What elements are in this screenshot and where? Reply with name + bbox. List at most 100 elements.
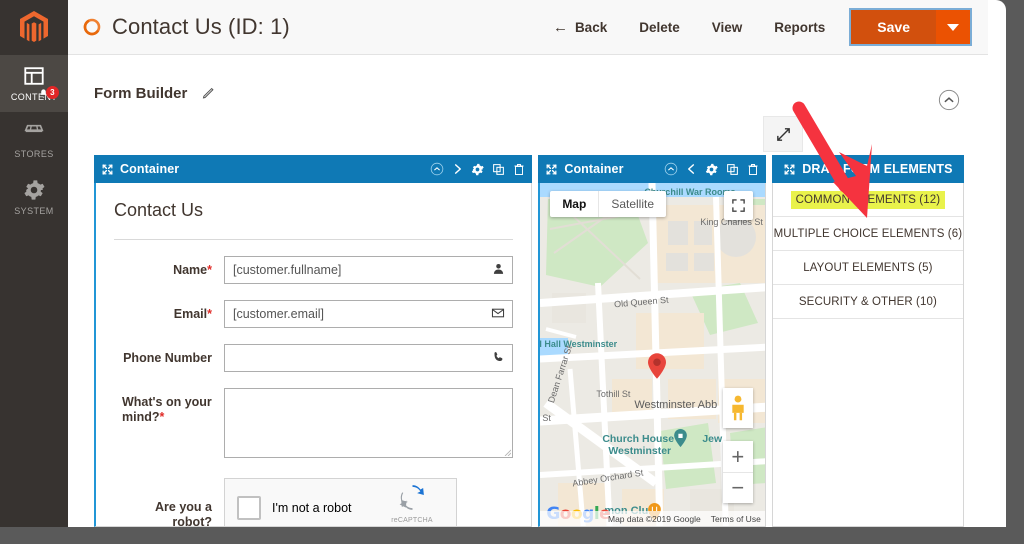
form-builder-canvas: Container Contact Us Name* [customer.ful… <box>94 155 964 527</box>
google-map[interactable]: Churchill War Rooms King Charles St Old … <box>540 183 765 526</box>
field-row-name: Name* [customer.fullname] <box>114 256 514 284</box>
required-marker: * <box>207 307 212 321</box>
gear-icon[interactable] <box>705 163 718 176</box>
recaptcha-branding: reCAPTCHA Privacy - Terms <box>376 484 448 527</box>
map-zoom-out-button[interactable]: − <box>722 472 753 503</box>
admin-sidebar: CONTENT 3 STORES SYSTEM <box>0 0 68 527</box>
field-control-email: [customer.email] <box>224 300 514 328</box>
map-type-map-button[interactable]: Map <box>550 191 598 217</box>
accordion-layout-elements[interactable]: LAYOUT ELEMENTS (5) <box>772 251 963 285</box>
map-attribution-bar: Map data ©2019 Google Terms of Use <box>540 511 765 526</box>
resize-grip-icon <box>504 449 512 456</box>
form-container-header[interactable]: Container <box>94 155 533 183</box>
person-icon <box>494 264 504 274</box>
browser-viewport: CONTENT 3 STORES SYSTEM Contact Us (ID: … <box>0 0 1006 527</box>
map-container-body: Churchill War Rooms King Charles St Old … <box>538 183 766 527</box>
map-fullscreen-icon <box>732 199 745 212</box>
view-button[interactable]: View <box>696 12 759 43</box>
frame-right-edge <box>1006 0 1024 527</box>
map-container-panel: Container Churchill War Rooms King Charl… <box>538 155 766 527</box>
map-label: al Hall Westminster <box>540 339 618 349</box>
delete-button[interactable]: Delete <box>623 12 696 43</box>
form-builder-heading-row: Form Builder <box>68 55 988 102</box>
required-marker: * <box>159 410 165 424</box>
form-heading: Contact Us <box>114 197 514 240</box>
recaptcha-widget[interactable]: I'm not a robot reCAPTCHA Priv <box>224 478 457 527</box>
accordion-label: COMMON ELEMENTS (12) <box>790 190 946 209</box>
pencil-icon[interactable] <box>201 86 216 101</box>
map-pin-icon[interactable] <box>648 353 667 379</box>
page-title-wrap: Contact Us (ID: 1) <box>68 14 537 40</box>
map-zoom-in-button[interactable]: + <box>723 441 753 472</box>
form-builder-label: Form Builder <box>94 85 188 102</box>
map-label: Church House <box>602 433 675 445</box>
sidebar-item-label: STORES <box>14 149 54 159</box>
field-control-message <box>224 388 514 458</box>
form-container-body: Contact Us Name* [customer.fullname] Ema… <box>94 183 533 527</box>
field-label-captcha: Are you a robot? <box>155 500 212 527</box>
message-textarea[interactable] <box>224 388 514 458</box>
map-type-satellite-button[interactable]: Satellite <box>598 191 666 217</box>
map-container-header[interactable]: Container <box>538 155 766 183</box>
street-view-pegman-button[interactable] <box>722 388 753 428</box>
map-label: Tothill St <box>596 389 631 399</box>
envelope-icon <box>492 308 505 318</box>
church-poi-icon[interactable] <box>674 429 688 447</box>
email-input[interactable]: [customer.email] <box>224 300 514 328</box>
field-label-name: Name* <box>173 263 212 277</box>
field-control-captcha: I'm not a robot reCAPTCHA Priv <box>224 478 513 527</box>
collapse-circle-icon[interactable] <box>664 162 678 176</box>
accordion-security-other[interactable]: SECURITY & OTHER (10) <box>772 285 963 319</box>
page-header: Contact Us (ID: 1) ← Back Delete View Rep… <box>68 0 988 55</box>
chevron-left-icon[interactable] <box>686 162 697 176</box>
sidebar-item-system[interactable]: SYSTEM <box>0 169 68 226</box>
chevron-right-icon[interactable] <box>452 162 463 176</box>
copy-icon[interactable] <box>726 163 739 176</box>
trash-icon[interactable] <box>513 163 525 176</box>
map-container-tools <box>664 162 759 176</box>
save-button[interactable]: Save <box>851 10 936 44</box>
section-collapse-button[interactable] <box>938 89 960 116</box>
field-row-phone: Phone Number <box>114 344 514 372</box>
gear-icon[interactable] <box>471 163 485 176</box>
name-input[interactable]: [customer.fullname] <box>224 256 514 284</box>
recaptcha-terms-text[interactable]: Privacy - Terms <box>376 526 448 527</box>
accordion-label: LAYOUT ELEMENTS (5) <box>803 261 933 274</box>
save-dropdown-button[interactable] <box>936 10 970 44</box>
fullscreen-expand-icon <box>776 127 790 141</box>
device-frame: CONTENT 3 STORES SYSTEM Contact Us (ID: … <box>0 0 1024 544</box>
arrow-left-icon: ← <box>552 18 568 36</box>
system-gear-icon <box>24 180 45 200</box>
recaptcha-checkbox[interactable] <box>237 496 261 520</box>
recaptcha-label: I'm not a robot <box>272 501 352 515</box>
map-label: Jew <box>702 433 723 445</box>
map-terms-link[interactable]: Terms of Use <box>711 514 761 524</box>
sidebar-item-label: SYSTEM <box>14 206 54 216</box>
main-content: Form Builder Container Contact Us Name* … <box>68 55 988 527</box>
drag-form-elements-body: COMMON ELEMENTS (12) MULTIPLE CHOICE ELE… <box>771 183 964 527</box>
map-label: Westminster Abb <box>634 399 718 411</box>
accordion-multiple-choice-elements[interactable]: MULTIPLE CHOICE ELEMENTS (6) <box>772 217 963 251</box>
stores-icon <box>24 124 44 133</box>
required-marker: * <box>207 263 212 277</box>
notification-badge[interactable]: 3 <box>46 86 59 99</box>
sidebar-item-stores[interactable]: STORES <box>0 112 68 169</box>
phone-input[interactable] <box>224 344 514 372</box>
recaptcha-icon <box>399 485 424 510</box>
reports-button[interactable]: Reports <box>758 12 841 43</box>
accordion-common-elements[interactable]: COMMON ELEMENTS (12) <box>772 183 963 217</box>
trash-icon[interactable] <box>747 163 759 176</box>
magento-logo-icon[interactable] <box>0 0 68 55</box>
sidebar-item-content[interactable]: CONTENT 3 <box>0 55 68 112</box>
back-button[interactable]: ← Back <box>537 11 623 44</box>
fullscreen-expand-button[interactable] <box>763 116 803 152</box>
map-zoom-controls: + − <box>722 441 753 503</box>
collapse-circle-icon[interactable] <box>430 162 444 176</box>
copy-icon[interactable] <box>492 163 505 176</box>
map-fullscreen-button[interactable] <box>723 191 753 220</box>
map-type-toggle: Map Satellite <box>550 191 667 217</box>
content-icon <box>24 67 44 85</box>
accordion-label: SECURITY & OTHER (10) <box>798 295 937 308</box>
form-container-panel: Container Contact Us Name* [customer.ful… <box>94 155 533 527</box>
map-label: Westminster <box>608 445 672 457</box>
